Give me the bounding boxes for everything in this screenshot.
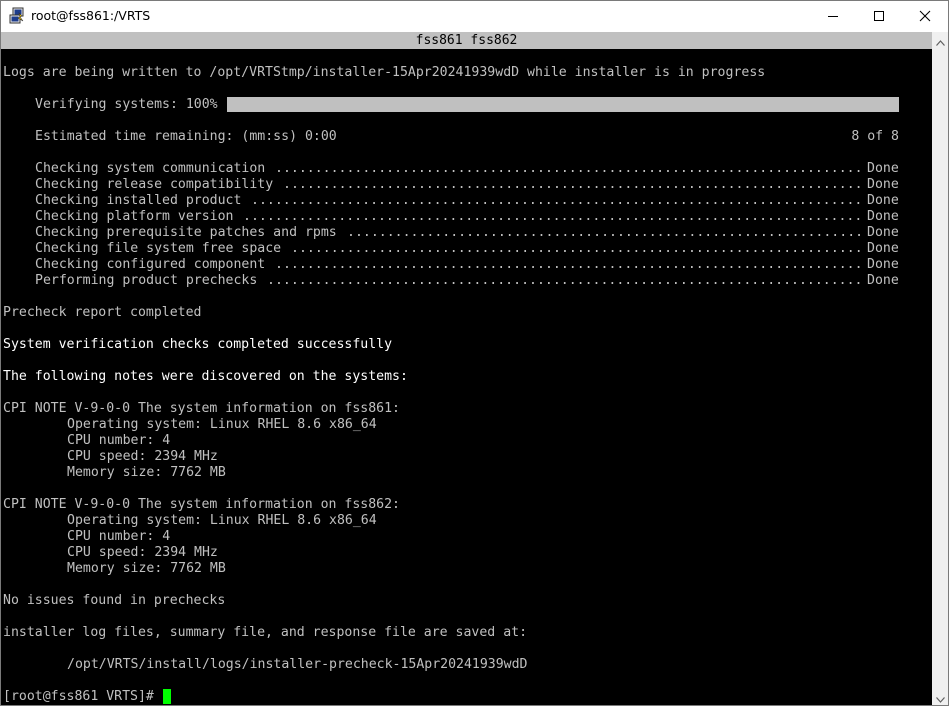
check-label: Checking installed product bbox=[35, 193, 242, 208]
leader-dots: ........................................… bbox=[283, 177, 861, 192]
check-status: Done bbox=[867, 241, 899, 256]
check-label: Performing product prechecks bbox=[35, 273, 258, 288]
note-heading: CPI NOTE V-9-0-0 The system information … bbox=[3, 497, 400, 512]
check-label: Checking prerequisite patches and rpms bbox=[35, 225, 337, 240]
title-bar[interactable]: root@fss861:/VRTS bbox=[1, 1, 948, 32]
leader-dots: ........................................… bbox=[275, 161, 861, 176]
note-memory: Memory size: 7762 MB bbox=[67, 561, 226, 576]
vertical-scrollbar[interactable] bbox=[932, 32, 948, 705]
putty-icon[interactable] bbox=[9, 7, 25, 25]
leader-dots: ........................................… bbox=[251, 193, 861, 208]
verification-success-line: System verification checks completed suc… bbox=[3, 337, 393, 352]
leader-dots: ........................................… bbox=[275, 257, 861, 272]
check-status: Done bbox=[867, 257, 899, 272]
terminal-header-bar: fss861 fss862 bbox=[1, 32, 932, 49]
chevron-down-icon bbox=[935, 688, 945, 705]
step-counter: 8 of 8 bbox=[851, 129, 899, 144]
close-icon bbox=[919, 7, 931, 26]
check-status: Done bbox=[867, 177, 899, 192]
check-label: Checking platform version bbox=[35, 209, 234, 224]
no-issues-line: No issues found in prechecks bbox=[3, 593, 226, 608]
check-label: Checking configured component bbox=[35, 257, 266, 272]
leader-dots: ........................................… bbox=[347, 225, 861, 240]
progress-bar bbox=[227, 97, 899, 112]
maximize-icon bbox=[873, 7, 885, 26]
note-cpu-number: CPU number: 4 bbox=[67, 529, 171, 544]
log-path-line: /opt/VRTS/install/logs/installer-prechec… bbox=[67, 657, 528, 672]
note-cpu-speed: CPU speed: 2394 MHz bbox=[67, 449, 218, 464]
note-os: Operating system: Linux RHEL 8.6 x86_64 bbox=[67, 513, 377, 528]
shell-prompt[interactable]: [root@fss861 VRTS]# bbox=[3, 689, 162, 705]
host-list: fss861 fss862 bbox=[415, 33, 518, 48]
minimize-button[interactable] bbox=[810, 1, 856, 32]
estimated-time-line: Estimated time remaining: (mm:ss) 0:00 bbox=[35, 129, 337, 144]
note-cpu-number: CPU number: 4 bbox=[67, 433, 171, 448]
precheck-report-line: Precheck report completed bbox=[3, 305, 202, 320]
terminal-output[interactable]: fss861 fss862 Logs are being written to … bbox=[1, 32, 932, 705]
minimize-icon bbox=[827, 7, 839, 26]
putty-window: root@fss861:/VRTS fss861 fss862 Logs are… bbox=[0, 0, 949, 706]
saved-at-line: installer log files, summary file, and r… bbox=[3, 625, 528, 640]
check-status: Done bbox=[867, 273, 899, 288]
leader-dots: ........................................… bbox=[243, 209, 861, 224]
note-memory: Memory size: 7762 MB bbox=[67, 465, 226, 480]
leader-dots: ........................................… bbox=[291, 241, 861, 256]
notes-heading-line: The following notes were discovered on t… bbox=[3, 369, 408, 384]
check-status: Done bbox=[867, 209, 899, 224]
scroll-down-button[interactable] bbox=[932, 688, 948, 705]
check-label: Checking release compatibility bbox=[35, 177, 274, 192]
check-status: Done bbox=[867, 193, 899, 208]
check-label: Checking file system free space bbox=[35, 241, 282, 256]
log-location-line: Logs are being written to /opt/VRTStmp/i… bbox=[3, 65, 766, 80]
scroll-up-button[interactable] bbox=[932, 32, 948, 49]
note-cpu-speed: CPU speed: 2394 MHz bbox=[67, 545, 218, 560]
progress-bar-fill bbox=[227, 97, 899, 112]
chevron-up-icon bbox=[935, 31, 945, 50]
verifying-systems-line: Verifying systems: 100% bbox=[35, 97, 218, 112]
close-button[interactable] bbox=[902, 1, 948, 32]
check-status: Done bbox=[867, 225, 899, 240]
note-heading: CPI NOTE V-9-0-0 The system information … bbox=[3, 401, 400, 416]
leader-dots: ........................................… bbox=[267, 273, 861, 288]
note-os: Operating system: Linux RHEL 8.6 x86_64 bbox=[67, 417, 377, 432]
check-status: Done bbox=[867, 161, 899, 176]
window-title: root@fss861:/VRTS bbox=[31, 8, 151, 23]
check-label: Checking system communication bbox=[35, 161, 266, 176]
maximize-button[interactable] bbox=[856, 1, 902, 32]
terminal-cursor bbox=[163, 689, 171, 704]
